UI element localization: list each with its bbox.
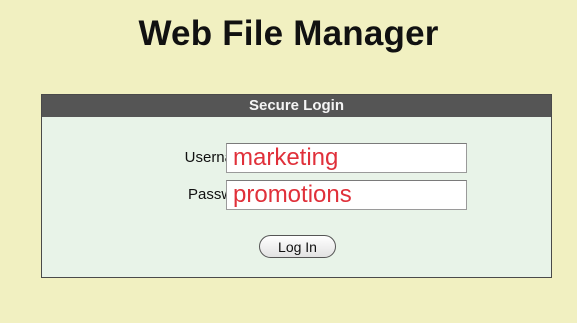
page-title: Web File Manager <box>138 14 439 53</box>
username-input[interactable] <box>226 143 467 173</box>
username-row: Username: <box>42 143 551 177</box>
login-panel-header: Secure Login <box>42 95 551 117</box>
password-input[interactable] <box>226 180 467 210</box>
login-panel: Secure Login Username: Password: Log In <box>41 94 552 278</box>
login-button[interactable]: Log In <box>259 235 336 258</box>
password-row: Password: <box>42 180 551 214</box>
page: Web File Manager Secure Login Username: … <box>0 0 577 323</box>
